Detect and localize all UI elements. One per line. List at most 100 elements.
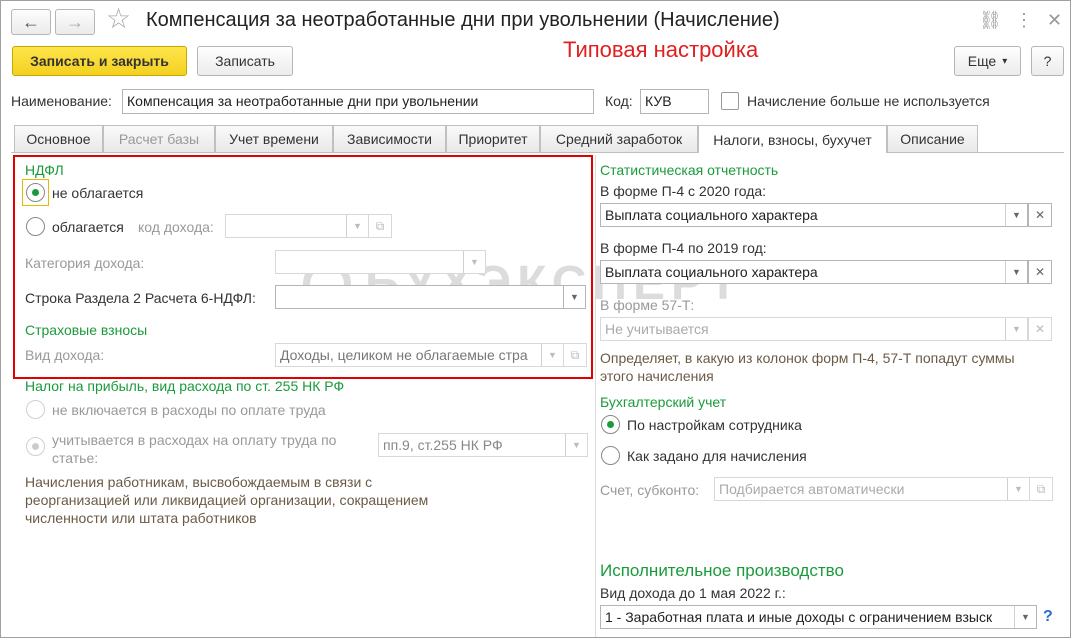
standard-settings-banner: Типовая настройка bbox=[563, 37, 759, 62]
dropdown-icon[interactable]: ▼ bbox=[463, 251, 485, 273]
tab-time-tracking[interactable]: Учет времени bbox=[215, 125, 333, 152]
window-title: Компенсация за неотработанные дни при ув… bbox=[146, 9, 780, 31]
open-icon[interactable]: ⧉ bbox=[563, 343, 587, 367]
account-select[interactable]: Подбирается автоматически ▼ bbox=[714, 477, 1030, 501]
dropdown-icon[interactable]: ▼ bbox=[541, 344, 563, 366]
accounting-option1-radio[interactable] bbox=[601, 415, 620, 434]
f57-select[interactable]: Не учитывается ▼ bbox=[600, 317, 1028, 341]
name-input[interactable]: Компенсация за неотработанные дни при ув… bbox=[122, 89, 594, 114]
p4-2020-label: В форме П-4 с 2020 года: bbox=[600, 183, 767, 199]
dropdown-icon[interactable]: ▼ bbox=[1005, 318, 1027, 340]
ndfl-not-taxed-label: не облагается bbox=[52, 185, 144, 201]
income-type-select[interactable]: Доходы, целиком не облагаемые стра ▼ bbox=[275, 343, 564, 367]
profit-tax-note-line2: реорганизацией или ликвидацией организац… bbox=[25, 492, 429, 508]
profit-tax-note-line3: численности или штата работников bbox=[25, 510, 257, 526]
income-category-select[interactable]: ▼ bbox=[275, 250, 486, 274]
tab-main[interactable]: Основное bbox=[14, 125, 103, 152]
account-label: Счет, субконто: bbox=[600, 482, 700, 498]
not-used-label: Начисление больше не используется bbox=[747, 93, 990, 109]
f57-label: В форме 57-Т: bbox=[600, 297, 695, 313]
profit-tax-note-line1: Начисления работникам, высвобождаемым в … bbox=[25, 474, 373, 490]
enforcement-label: Вид дохода до 1 мая 2022 г.: bbox=[600, 585, 786, 601]
column-divider bbox=[595, 155, 596, 637]
dropdown-icon[interactable]: ▼ bbox=[563, 286, 585, 308]
ndfl-taxed-label: облагается bbox=[52, 219, 124, 235]
link-icon[interactable]: ⛓ bbox=[979, 10, 1002, 31]
arrow-right-icon: → bbox=[66, 11, 84, 32]
p4-2019-select[interactable]: Выплата социального характера ▼ bbox=[600, 260, 1028, 284]
stats-note-line2: этого начисления bbox=[600, 368, 714, 384]
open-icon[interactable]: ⧉ bbox=[1029, 477, 1053, 501]
ndfl-heading: НДФЛ bbox=[25, 162, 64, 178]
back-button[interactable]: ← bbox=[11, 9, 51, 35]
name-label: Наименование: bbox=[11, 93, 112, 109]
tab-priority[interactable]: Приоритет bbox=[446, 125, 540, 152]
save-and-close-button[interactable]: Записать и закрыть bbox=[12, 46, 187, 76]
ndfl-not-taxed-radio[interactable] bbox=[26, 183, 45, 202]
section2-select[interactable]: ▼ bbox=[275, 285, 586, 309]
tab-dependencies[interactable]: Зависимости bbox=[333, 125, 446, 152]
dropdown-icon[interactable]: ▼ bbox=[1007, 478, 1029, 500]
accounting-option2-label: Как задано для начисления bbox=[627, 448, 807, 464]
code-label: Код: bbox=[605, 93, 633, 109]
profit-tax-note: Начисления работникам, высвобождаемым в … bbox=[25, 473, 428, 527]
profit-tax-option1-radio[interactable] bbox=[26, 400, 45, 419]
not-used-checkbox[interactable] bbox=[721, 92, 739, 110]
help-icon[interactable]: ? bbox=[1043, 608, 1053, 626]
close-icon[interactable]: ✕ bbox=[1047, 10, 1062, 31]
account-value: Подбирается автоматически bbox=[719, 481, 905, 497]
insurance-heading: Страховые взносы bbox=[25, 322, 148, 338]
form-window: БУХЭКСПЕРТ ← → ☆ Компенсация за неотрабо… bbox=[0, 0, 1071, 638]
enforcement-heading: Исполнительное производство bbox=[600, 561, 844, 580]
f57-value: Не учитывается bbox=[605, 321, 709, 337]
stats-note: Определяет, в какую из колонок форм П-4,… bbox=[600, 349, 1015, 385]
open-icon[interactable]: ⧉ bbox=[368, 214, 392, 238]
stats-heading: Статистическая отчетность bbox=[600, 162, 779, 178]
p4-2020-value: Выплата социального характера bbox=[605, 207, 818, 223]
article-select[interactable]: пп.9, ст.255 НК РФ ▼ bbox=[378, 433, 588, 457]
forward-button[interactable]: → bbox=[55, 9, 95, 35]
dropdown-icon[interactable]: ▼ bbox=[1014, 606, 1036, 628]
income-type-value: Доходы, целиком не облагаемые стра bbox=[280, 347, 528, 363]
profit-tax-option2-line2: статье: bbox=[52, 450, 99, 466]
profit-tax-option2-radio[interactable] bbox=[26, 437, 45, 456]
chevron-down-icon: ▾ bbox=[1002, 55, 1008, 67]
income-code-select[interactable]: ▼ bbox=[225, 214, 369, 238]
tab-divider bbox=[11, 152, 1064, 153]
more-menu-icon[interactable]: ⋮ bbox=[1015, 10, 1033, 31]
section2-label: Строка Раздела 2 Расчета 6-НДФЛ: bbox=[25, 290, 256, 306]
dropdown-icon[interactable]: ▼ bbox=[346, 215, 368, 237]
p4-2020-select[interactable]: Выплата социального характера ▼ bbox=[600, 203, 1028, 227]
accounting-option1-label: По настройкам сотрудника bbox=[627, 417, 802, 433]
clear-icon[interactable]: ✕ bbox=[1028, 260, 1052, 284]
clear-icon[interactable]: ✕ bbox=[1028, 203, 1052, 227]
income-code-label: код дохода: bbox=[138, 219, 214, 235]
income-category-label: Категория дохода: bbox=[25, 255, 145, 271]
help-button[interactable]: ? bbox=[1031, 46, 1064, 76]
enforcement-select[interactable]: 1 - Заработная плата и иные доходы с огр… bbox=[600, 605, 1037, 629]
dropdown-icon[interactable]: ▼ bbox=[565, 434, 587, 456]
favorite-star-icon[interactable]: ☆ bbox=[106, 5, 131, 33]
stats-note-line1: Определяет, в какую из колонок форм П-4,… bbox=[600, 350, 1015, 366]
dropdown-icon[interactable]: ▼ bbox=[1005, 204, 1027, 226]
p4-2019-value: Выплата социального характера bbox=[605, 264, 818, 280]
tab-taxes[interactable]: Налоги, взносы, бухучет bbox=[698, 125, 887, 153]
ndfl-taxed-radio[interactable] bbox=[26, 217, 45, 236]
profit-tax-heading: Налог на прибыль, вид расхода по ст. 255… bbox=[25, 378, 345, 394]
profit-tax-option2-line1: учитывается в расходах на оплату труда п… bbox=[52, 432, 337, 448]
code-input[interactable]: КУВ bbox=[640, 89, 709, 114]
profit-tax-option1-label: не включается в расходы по оплате труда bbox=[52, 402, 326, 418]
accounting-option2-radio[interactable] bbox=[601, 446, 620, 465]
dropdown-icon[interactable]: ▼ bbox=[1005, 261, 1027, 283]
more-button[interactable]: Еще ▾ bbox=[954, 46, 1021, 76]
article-value: пп.9, ст.255 НК РФ bbox=[383, 437, 503, 453]
tab-average-earnings[interactable]: Средний заработок bbox=[540, 125, 698, 152]
arrow-left-icon: ← bbox=[22, 11, 40, 32]
profit-tax-option2-label: учитывается в расходах на оплату труда п… bbox=[52, 431, 336, 467]
tab-description[interactable]: Описание bbox=[887, 125, 978, 152]
tab-base-calc[interactable]: Расчет базы bbox=[103, 125, 215, 152]
p4-2019-label: В форме П-4 по 2019 год: bbox=[600, 240, 767, 256]
more-button-label: Еще bbox=[967, 53, 997, 69]
clear-icon[interactable]: ✕ bbox=[1028, 317, 1052, 341]
save-button[interactable]: Записать bbox=[197, 46, 293, 76]
